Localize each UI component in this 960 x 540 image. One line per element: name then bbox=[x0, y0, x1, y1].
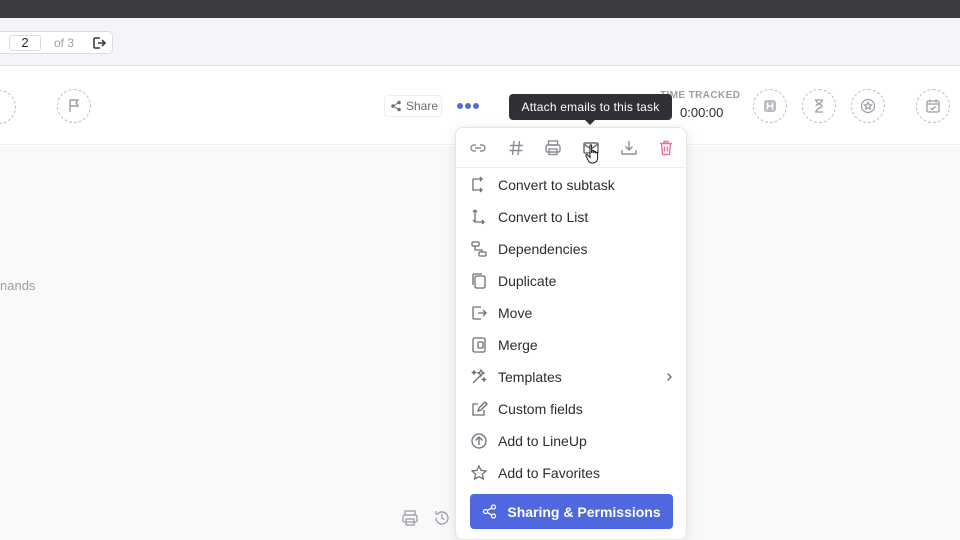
share-button[interactable]: Share bbox=[384, 95, 442, 117]
move-icon bbox=[472, 306, 487, 320]
convert-to-list-item[interactable]: Convert to List bbox=[456, 201, 686, 233]
h-badge-icon bbox=[764, 100, 776, 112]
dependencies-icon bbox=[471, 241, 487, 257]
star-icon bbox=[470, 464, 488, 481]
edit-icon bbox=[472, 401, 488, 416]
email-tooltip: Attach emails to this task bbox=[509, 94, 672, 125]
sharing-permissions-label: Sharing & Permissions bbox=[507, 503, 661, 520]
exit-icon[interactable] bbox=[91, 35, 107, 51]
link-icon[interactable] bbox=[468, 138, 488, 158]
description-fragment: nands bbox=[0, 278, 36, 293]
add-to-lineup-item[interactable]: Add to LineUp bbox=[456, 425, 686, 457]
merge-icon bbox=[472, 337, 486, 353]
priority-button[interactable] bbox=[57, 89, 91, 123]
arrow-up-circle-icon bbox=[471, 433, 487, 449]
task-navigation-bar bbox=[0, 18, 960, 66]
menu-item-label: Add to LineUp bbox=[498, 433, 587, 449]
sharing-permissions-button[interactable]: Sharing & Permissions bbox=[470, 494, 673, 529]
duplicate-icon bbox=[472, 273, 486, 289]
history-icon[interactable] bbox=[433, 509, 451, 527]
trash-icon[interactable] bbox=[656, 138, 676, 158]
add-to-favorites-item[interactable]: Add to Favorites bbox=[456, 457, 686, 489]
flag-icon bbox=[69, 99, 80, 112]
chevron-right-icon bbox=[667, 373, 672, 381]
hand-cursor-icon bbox=[585, 144, 599, 164]
duplicate-item[interactable]: Duplicate bbox=[456, 265, 686, 297]
menu-quick-actions bbox=[456, 128, 686, 168]
task-options-menu: Convert to subtask Convert to List Depen… bbox=[455, 127, 687, 540]
tooltip-text: Attach emails to this task bbox=[521, 100, 660, 114]
import-icon[interactable] bbox=[619, 138, 639, 158]
star-badge-icon bbox=[860, 98, 876, 114]
menu-item-label: Custom fields bbox=[498, 401, 583, 417]
hash-icon[interactable] bbox=[506, 138, 526, 158]
move-item[interactable]: Move bbox=[456, 297, 686, 329]
menu-item-label: Move bbox=[498, 305, 533, 321]
magic-wand-icon bbox=[471, 368, 487, 384]
menu-item-label: Convert to List bbox=[498, 209, 589, 225]
merge-item[interactable]: Merge bbox=[456, 329, 686, 361]
time-estimate-button[interactable] bbox=[802, 89, 836, 123]
time-tracked-label: TIME TRACKED bbox=[660, 90, 741, 101]
window-top-bar bbox=[0, 0, 960, 18]
menu-item-label: Templates bbox=[498, 369, 562, 385]
custom-fields-item[interactable]: Custom fields bbox=[456, 393, 686, 425]
calendar-icon bbox=[926, 99, 940, 113]
share-label: Share bbox=[406, 99, 439, 113]
menu-item-label: Dependencies bbox=[498, 241, 588, 257]
time-tracked-value[interactable]: 0:00:00 bbox=[680, 105, 723, 120]
menu-item-label: Duplicate bbox=[498, 273, 557, 289]
more-options-button[interactable] bbox=[457, 99, 479, 113]
task-pager: 2 of 3 bbox=[0, 31, 113, 54]
menu-item-label: Convert to subtask bbox=[498, 177, 615, 193]
share-icon bbox=[391, 100, 401, 112]
headline-button[interactable] bbox=[753, 89, 787, 123]
hourglass-icon bbox=[815, 99, 823, 113]
print-icon[interactable] bbox=[543, 138, 563, 158]
pager-current-input[interactable]: 2 bbox=[9, 35, 41, 51]
user-plus-icon bbox=[0, 99, 7, 115]
subtask-icon bbox=[472, 176, 483, 193]
menu-item-label: Add to Favorites bbox=[498, 465, 600, 481]
sprint-points-button[interactable] bbox=[851, 89, 885, 123]
templates-item[interactable]: Templates bbox=[456, 361, 686, 393]
due-date-button[interactable] bbox=[916, 89, 950, 123]
dependencies-item[interactable]: Dependencies bbox=[456, 233, 686, 265]
pager-total-label: of 3 bbox=[54, 36, 75, 50]
share-icon bbox=[483, 504, 497, 519]
print-icon[interactable] bbox=[401, 509, 419, 527]
convert-to-subtask-item[interactable]: Convert to subtask bbox=[456, 169, 686, 201]
list-convert-icon bbox=[472, 209, 485, 225]
menu-item-label: Merge bbox=[498, 337, 538, 353]
